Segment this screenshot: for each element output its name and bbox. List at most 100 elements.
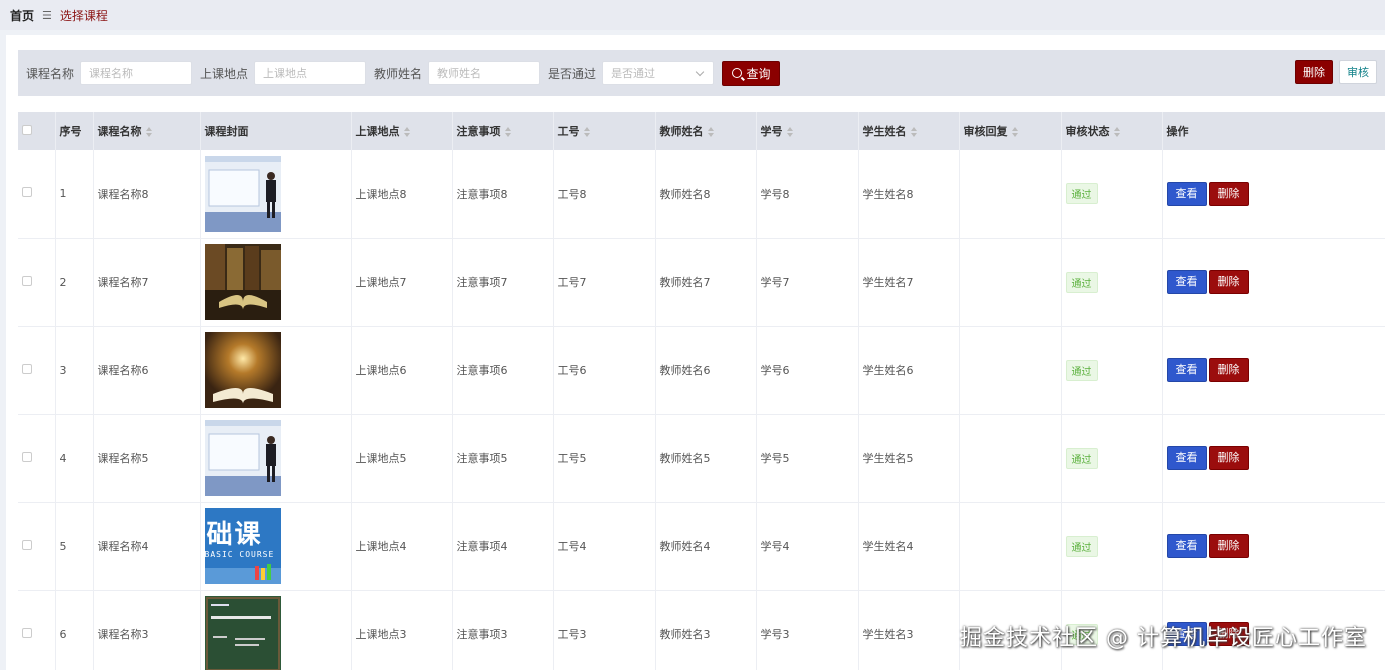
student-id-cell: 学号3 <box>756 590 859 670</box>
search-bar: 课程名称 上课地点 教师姓名 是否通过 是否通过 查询 删除 审核 <box>18 50 1385 96</box>
sort-icon[interactable] <box>910 127 917 137</box>
query-button[interactable]: 查询 <box>722 60 781 86</box>
staff-id: 工号3 <box>557 628 587 641</box>
row-checkbox[interactable] <box>22 451 32 462</box>
audit-reply-cell <box>959 326 1062 415</box>
sort-icon[interactable] <box>1113 127 1120 137</box>
row-checkbox[interactable] <box>22 275 32 286</box>
delete-button[interactable]: 删除 <box>1208 446 1249 470</box>
delete-button[interactable]: 删除 <box>1208 534 1249 558</box>
top-actions: 删除 审核 <box>1295 60 1377 84</box>
col-staff-id[interactable]: 工号 <box>553 112 656 150</box>
course-name-cell: 课程名称5 <box>93 414 201 503</box>
student-id: 学号8 <box>760 187 790 201</box>
student-name-cell: 学生姓名6 <box>858 326 960 415</box>
row-index-cell: 3 <box>55 326 94 415</box>
col-student-id[interactable]: 学号 <box>756 112 859 150</box>
teacher-name: 教师姓名3 <box>659 628 711 641</box>
sort-icon[interactable] <box>583 127 590 137</box>
course-cover-image <box>204 420 281 496</box>
location: 上课地点4 <box>355 540 407 553</box>
location-label: 上课地点 <box>200 66 249 81</box>
staff-id-cell: 工号4 <box>553 502 656 591</box>
audit-button[interactable]: 审核 <box>1339 60 1377 84</box>
teacher-name-cell: 教师姓名4 <box>655 502 757 591</box>
view-button[interactable]: 查看 <box>1166 181 1207 206</box>
teacher-name-input[interactable] <box>428 61 541 85</box>
location: 上课地点7 <box>355 276 407 289</box>
sort-icon[interactable] <box>403 127 410 137</box>
course-name: 课程名称7 <box>97 276 149 289</box>
status-badge: 通过 <box>1065 447 1098 469</box>
student-id: 学号3 <box>760 628 790 641</box>
actions-cell: 查看 删除 <box>1162 238 1385 327</box>
location-cell: 上课地点5 <box>351 414 453 503</box>
col-status[interactable]: 审核状态 <box>1061 112 1163 150</box>
cover-cell <box>200 590 352 670</box>
table-row: 5 课程名称4 础课 BASIC COURSE 上课地点4 注意事项4 工号4 教师姓名4 学号… <box>18 502 1385 591</box>
breadcrumb-home[interactable]: 首页 <box>10 7 34 24</box>
select-all-cell <box>18 112 56 150</box>
view-button[interactable]: 查看 <box>1166 446 1207 470</box>
passed-select[interactable]: 是否通过 <box>602 61 715 85</box>
sort-icon[interactable] <box>145 127 152 137</box>
col-teacher[interactable]: 教师姓名 <box>655 112 757 150</box>
cover-cell: 础课 BASIC COURSE <box>200 502 352 591</box>
col-notes[interactable]: 注意事项 <box>452 112 554 150</box>
batch-delete-button[interactable]: 删除 <box>1295 60 1333 84</box>
staff-id-cell: 工号5 <box>553 414 656 503</box>
row-index: 6 <box>59 627 67 641</box>
teacher-name-cell: 教师姓名6 <box>655 326 757 415</box>
notes-cell: 注意事项4 <box>452 502 554 591</box>
sort-icon[interactable] <box>1011 127 1018 137</box>
notes: 注意事项7 <box>456 276 508 289</box>
sort-icon[interactable] <box>707 127 714 137</box>
actions-cell: 查看 删除 <box>1162 326 1385 415</box>
student-id: 学号5 <box>760 452 790 465</box>
col-reply[interactable]: 审核回复 <box>959 112 1062 150</box>
row-checkbox[interactable] <box>22 627 32 638</box>
row-checkbox[interactable] <box>22 363 32 374</box>
row-index-cell: 4 <box>55 414 94 503</box>
chevron-down-icon <box>695 67 705 77</box>
view-button[interactable]: 查看 <box>1166 534 1207 558</box>
col-course-name[interactable]: 课程名称 <box>93 112 201 150</box>
status-cell: 通过 <box>1061 150 1163 239</box>
col-student-name[interactable]: 学生姓名 <box>858 112 960 150</box>
student-name: 学生姓名4 <box>862 540 914 553</box>
course-name: 课程名称6 <box>97 364 149 377</box>
delete-button[interactable]: 删除 <box>1208 181 1249 206</box>
location: 上课地点3 <box>355 628 407 641</box>
delete-button[interactable]: 删除 <box>1208 358 1249 382</box>
status-cell: 通过 <box>1061 326 1163 415</box>
row-checkbox[interactable] <box>22 187 32 198</box>
student-id-cell: 学号5 <box>756 414 859 503</box>
row-checkbox[interactable] <box>22 539 32 550</box>
student-name-cell: 学生姓名5 <box>858 414 960 503</box>
teacher-name-label: 教师姓名 <box>374 66 423 81</box>
col-location[interactable]: 上课地点 <box>351 112 453 150</box>
table-row: 4 课程名称5 上课地点5 注意事项5 工号5 教师姓名5 学号5 学生姓名5 通过 查看 删除 <box>18 414 1385 503</box>
cover-cell <box>200 414 352 503</box>
col-cover: 课程封面 <box>200 112 352 150</box>
view-button[interactable]: 查看 <box>1166 358 1207 382</box>
delete-button[interactable]: 删除 <box>1208 270 1249 294</box>
status-badge: 通过 <box>1065 359 1098 381</box>
course-name-input[interactable] <box>80 61 193 85</box>
student-id-cell: 学号6 <box>756 326 859 415</box>
student-name: 学生姓名5 <box>862 452 914 465</box>
sort-icon[interactable] <box>786 127 793 137</box>
student-id-cell: 学号7 <box>756 238 859 327</box>
location-input[interactable] <box>254 61 367 85</box>
cover-subtitle: BASIC COURSE <box>204 550 275 559</box>
teacher-name: 教师姓名4 <box>659 540 711 553</box>
course-name: 课程名称8 <box>97 187 149 201</box>
student-name: 学生姓名8 <box>862 187 914 201</box>
course-cover-image <box>204 332 281 408</box>
status-badge: 通过 <box>1065 183 1098 205</box>
sort-icon[interactable] <box>504 127 511 137</box>
teacher-name: 教师姓名6 <box>659 364 711 377</box>
view-button[interactable]: 查看 <box>1166 270 1207 294</box>
select-all-checkbox[interactable] <box>22 124 32 135</box>
staff-id: 工号7 <box>557 276 587 289</box>
